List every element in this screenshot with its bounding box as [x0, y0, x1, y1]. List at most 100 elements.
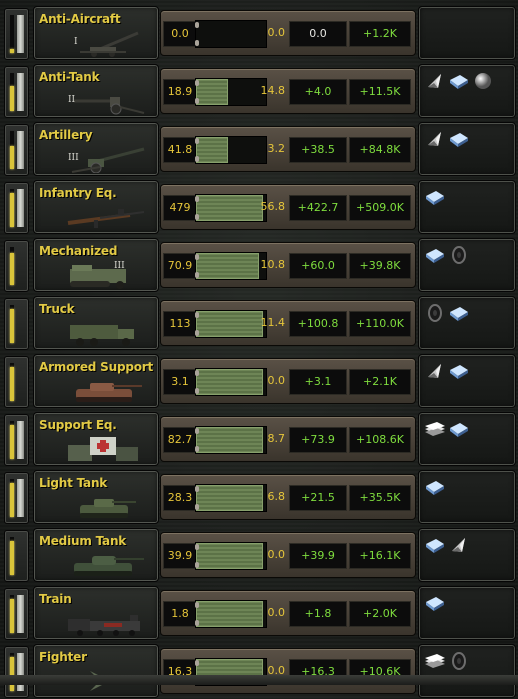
value-net: 0.0 [289, 21, 347, 47]
equipment-row[interactable]: Train 1.8 0.0 +1.8 +2.0K [0, 582, 518, 640]
equipment-row[interactable]: Truck 113 11.4 +100.8 +110.0K [0, 292, 518, 350]
stockpile-level-fill [10, 656, 14, 691]
resource-icons [424, 361, 470, 381]
equipment-name-panel[interactable]: Infantry Eq. [33, 180, 159, 234]
value-stockpile: +2.0K [349, 601, 411, 627]
value-produced: 41.8 [163, 137, 197, 163]
stockpile-level-indicator [4, 588, 29, 640]
steel-icon [448, 361, 470, 381]
stockpile-level-fill [10, 192, 14, 227]
tire-icon [424, 303, 446, 323]
highlight-bar [17, 15, 24, 53]
equipment-name: Truck [39, 302, 75, 316]
equipment-name-panel[interactable]: Anti-Aircraft I [33, 6, 159, 60]
equipment-name-panel[interactable]: Artillery III [33, 122, 159, 176]
production-progress-fill [196, 485, 263, 511]
resource-icons [424, 593, 446, 613]
equipment-name: Support Eq. [39, 418, 117, 432]
value-produced: 113 [163, 311, 197, 337]
value-used: 0.0 [267, 26, 286, 39]
highlight-bar [17, 73, 24, 111]
stockpile-level-fill [10, 424, 14, 459]
resources-panel [418, 238, 516, 292]
equipment-row[interactable]: Infantry Eq. 479 56.8 +422.7 +509.0K [0, 176, 518, 234]
equipment-row[interactable]: Artillery III 41.8 3.2 +38.5 +84.8K [0, 118, 518, 176]
stockpile-level-indicator [4, 298, 29, 350]
production-progress-fill [196, 195, 263, 221]
value-net: +60.0 [289, 253, 347, 279]
equipment-name: Armored Support ... [39, 360, 155, 374]
value-net: +38.5 [289, 137, 347, 163]
value-stockpile: +1.2K [349, 21, 411, 47]
value-stockpile: +84.8K [349, 137, 411, 163]
equipment-row[interactable]: Support Eq. 82.7 8.7 +73.9 +108.6K [0, 408, 518, 466]
value-used: 14.8 [260, 84, 286, 97]
equipment-row[interactable]: Light Tank 28.3 6.8 +21.5 +35.5K [0, 466, 518, 524]
value-net: +21.5 [289, 485, 347, 511]
production-progress-fill [196, 369, 263, 395]
equipment-name: Fighter [39, 650, 87, 664]
equipment-name-panel[interactable]: Train [33, 586, 159, 640]
equipment-name: Light Tank [39, 476, 108, 490]
value-net: +4.0 [289, 79, 347, 105]
value-stockpile: +16.1K [349, 543, 411, 569]
steel-icon [448, 419, 470, 439]
stockpile-level-indicator [4, 124, 29, 176]
equipment-row[interactable]: Mechanized III 70.9 10.8 +60.0 +39.8K [0, 234, 518, 292]
equipment-name-panel[interactable]: Fighter [33, 644, 159, 698]
resource-icons [424, 535, 470, 555]
equipment-name: Anti-Tank [39, 70, 100, 84]
resource-icons [424, 651, 470, 671]
value-net: +100.8 [289, 311, 347, 337]
stat-frame: 479 56.8 +422.7 +509.0K [160, 184, 416, 230]
value-produced: 3.1 [163, 369, 197, 395]
resource-icons [424, 129, 470, 149]
plates-icon [424, 651, 446, 671]
equipment-name-panel[interactable]: Support Eq. [33, 412, 159, 466]
value-produced: 18.9 [163, 79, 197, 105]
equipment-row[interactable]: Fighter 16.3 0.0 +16.3 +10.6K [0, 640, 518, 698]
production-progress-fill [196, 427, 263, 453]
equipment-row[interactable]: Anti-Aircraft I 0.0 0.0 0.0 +1.2K [0, 2, 518, 60]
light-tank-icon [60, 493, 154, 521]
tier-label: I [74, 37, 78, 47]
equipment-name: Medium Tank [39, 534, 127, 548]
value-stockpile: +108.6K [349, 427, 411, 453]
production-progress-fill [196, 137, 228, 163]
stockpile-level-indicator [4, 414, 29, 466]
equipment-name-panel[interactable]: Mechanized III [33, 238, 159, 292]
equipment-row[interactable]: Anti-Tank II 18.9 14.8 +4.0 +11.5K [0, 60, 518, 118]
value-stockpile: +509.0K [349, 195, 411, 221]
cone-icon [448, 535, 470, 555]
cone-icon [424, 361, 446, 381]
equipment-name-panel[interactable]: Truck [33, 296, 159, 350]
equipment-name-panel[interactable]: Armored Support ... [33, 354, 159, 408]
stockpile-level-fill [10, 86, 14, 111]
value-produced: 70.9 [163, 253, 197, 279]
tire-icon [448, 651, 470, 671]
equipment-row[interactable]: Armored Support ... 3.1 0.0 +3.1 +2.1K [0, 350, 518, 408]
stat-frame: 18.9 14.8 +4.0 +11.5K [160, 68, 416, 114]
stockpile-level-indicator [4, 646, 29, 698]
bottom-frame [0, 675, 518, 685]
value-produced: 28.3 [163, 485, 197, 511]
resources-panel [418, 296, 516, 350]
value-used: 3.2 [267, 142, 286, 155]
resources-panel [418, 412, 516, 466]
production-progress-fill [196, 543, 263, 569]
equipment-name-panel[interactable]: Anti-Tank II [33, 64, 159, 118]
steel-icon [424, 593, 446, 613]
stat-frame: 41.8 3.2 +38.5 +84.8K [160, 126, 416, 172]
tire-icon [448, 245, 470, 265]
equipment-name-panel[interactable]: Medium Tank [33, 528, 159, 582]
equipment-row[interactable]: Medium Tank 39.9 0.0 +39.9 +16.1K [0, 524, 518, 582]
value-used: 6.8 [267, 490, 286, 503]
value-used: 0.0 [267, 606, 286, 619]
stat-frame: 0.0 0.0 0.0 +1.2K [160, 10, 416, 56]
equipment-name-panel[interactable]: Light Tank [33, 470, 159, 524]
steel-icon [424, 535, 446, 555]
production-progress-fill [196, 253, 259, 279]
truck-icon [60, 319, 154, 347]
value-net: +422.7 [289, 195, 347, 221]
resource-icons [424, 477, 446, 497]
